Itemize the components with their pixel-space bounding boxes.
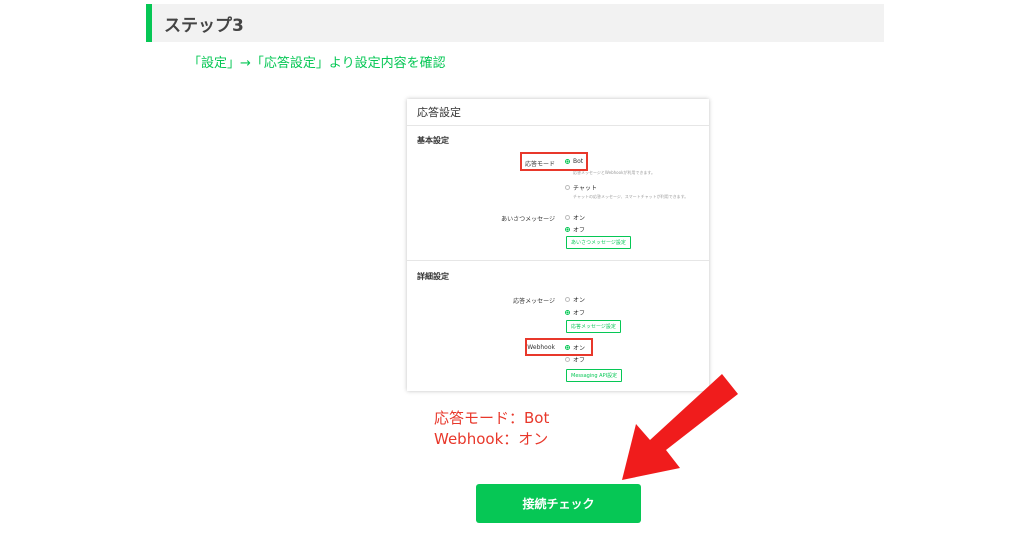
auto-reply-settings-button[interactable]: 応答メッセージ設定 [566,320,621,333]
basic-settings-title: 基本設定 [417,136,449,145]
webhook-highlight [525,338,593,356]
connection-check-button[interactable]: 接続チェック [476,484,641,523]
radio-unselected-icon [565,357,570,362]
radio-selected-icon [565,310,570,315]
response-mode-chat-radio[interactable]: チャット [565,183,597,192]
instruction-text: 「設定」→「応答設定」より設定内容を確認 [188,56,446,71]
auto-reply-on-radio[interactable]: オン [565,295,585,304]
radio-unselected-icon [565,297,570,302]
step-title: ステップ3 [164,16,244,36]
summary-webhook: Webhook：オン [434,430,549,448]
panel-divider [407,125,709,126]
webhook-off-radio[interactable]: オフ [565,355,585,364]
auto-reply-label: 応答メッセージ [513,298,555,305]
advanced-settings-title: 詳細設定 [417,272,449,281]
settings-summary: 応答モード：Bot Webhook：オン [434,408,549,450]
greeting-settings-button[interactable]: あいさつメッセージ設定 [566,236,631,249]
section-divider [407,260,709,261]
auto-reply-off-radio[interactable]: オフ [565,308,585,317]
greeting-on-radio[interactable]: オン [565,213,585,222]
radio-unselected-icon [565,215,570,220]
summary-response-mode: 応答モード：Bot [434,409,550,427]
greeting-off-radio[interactable]: オフ [565,225,585,234]
arrow-icon [622,374,738,480]
response-mode-highlight [520,152,588,171]
greeting-label: あいさつメッセージ [501,216,555,223]
radio-selected-icon [565,227,570,232]
chat-helper-text: チャットの応答メッセージ、スマートチャットが利用できます。 [573,194,689,199]
step-header: ステップ3 [146,4,884,42]
panel-title: 応答設定 [417,106,461,119]
radio-unselected-icon [565,185,570,190]
response-settings-panel: 応答設定 基本設定 応答モード Bot 応答メッセージとWebhookが利用でき… [407,99,709,391]
